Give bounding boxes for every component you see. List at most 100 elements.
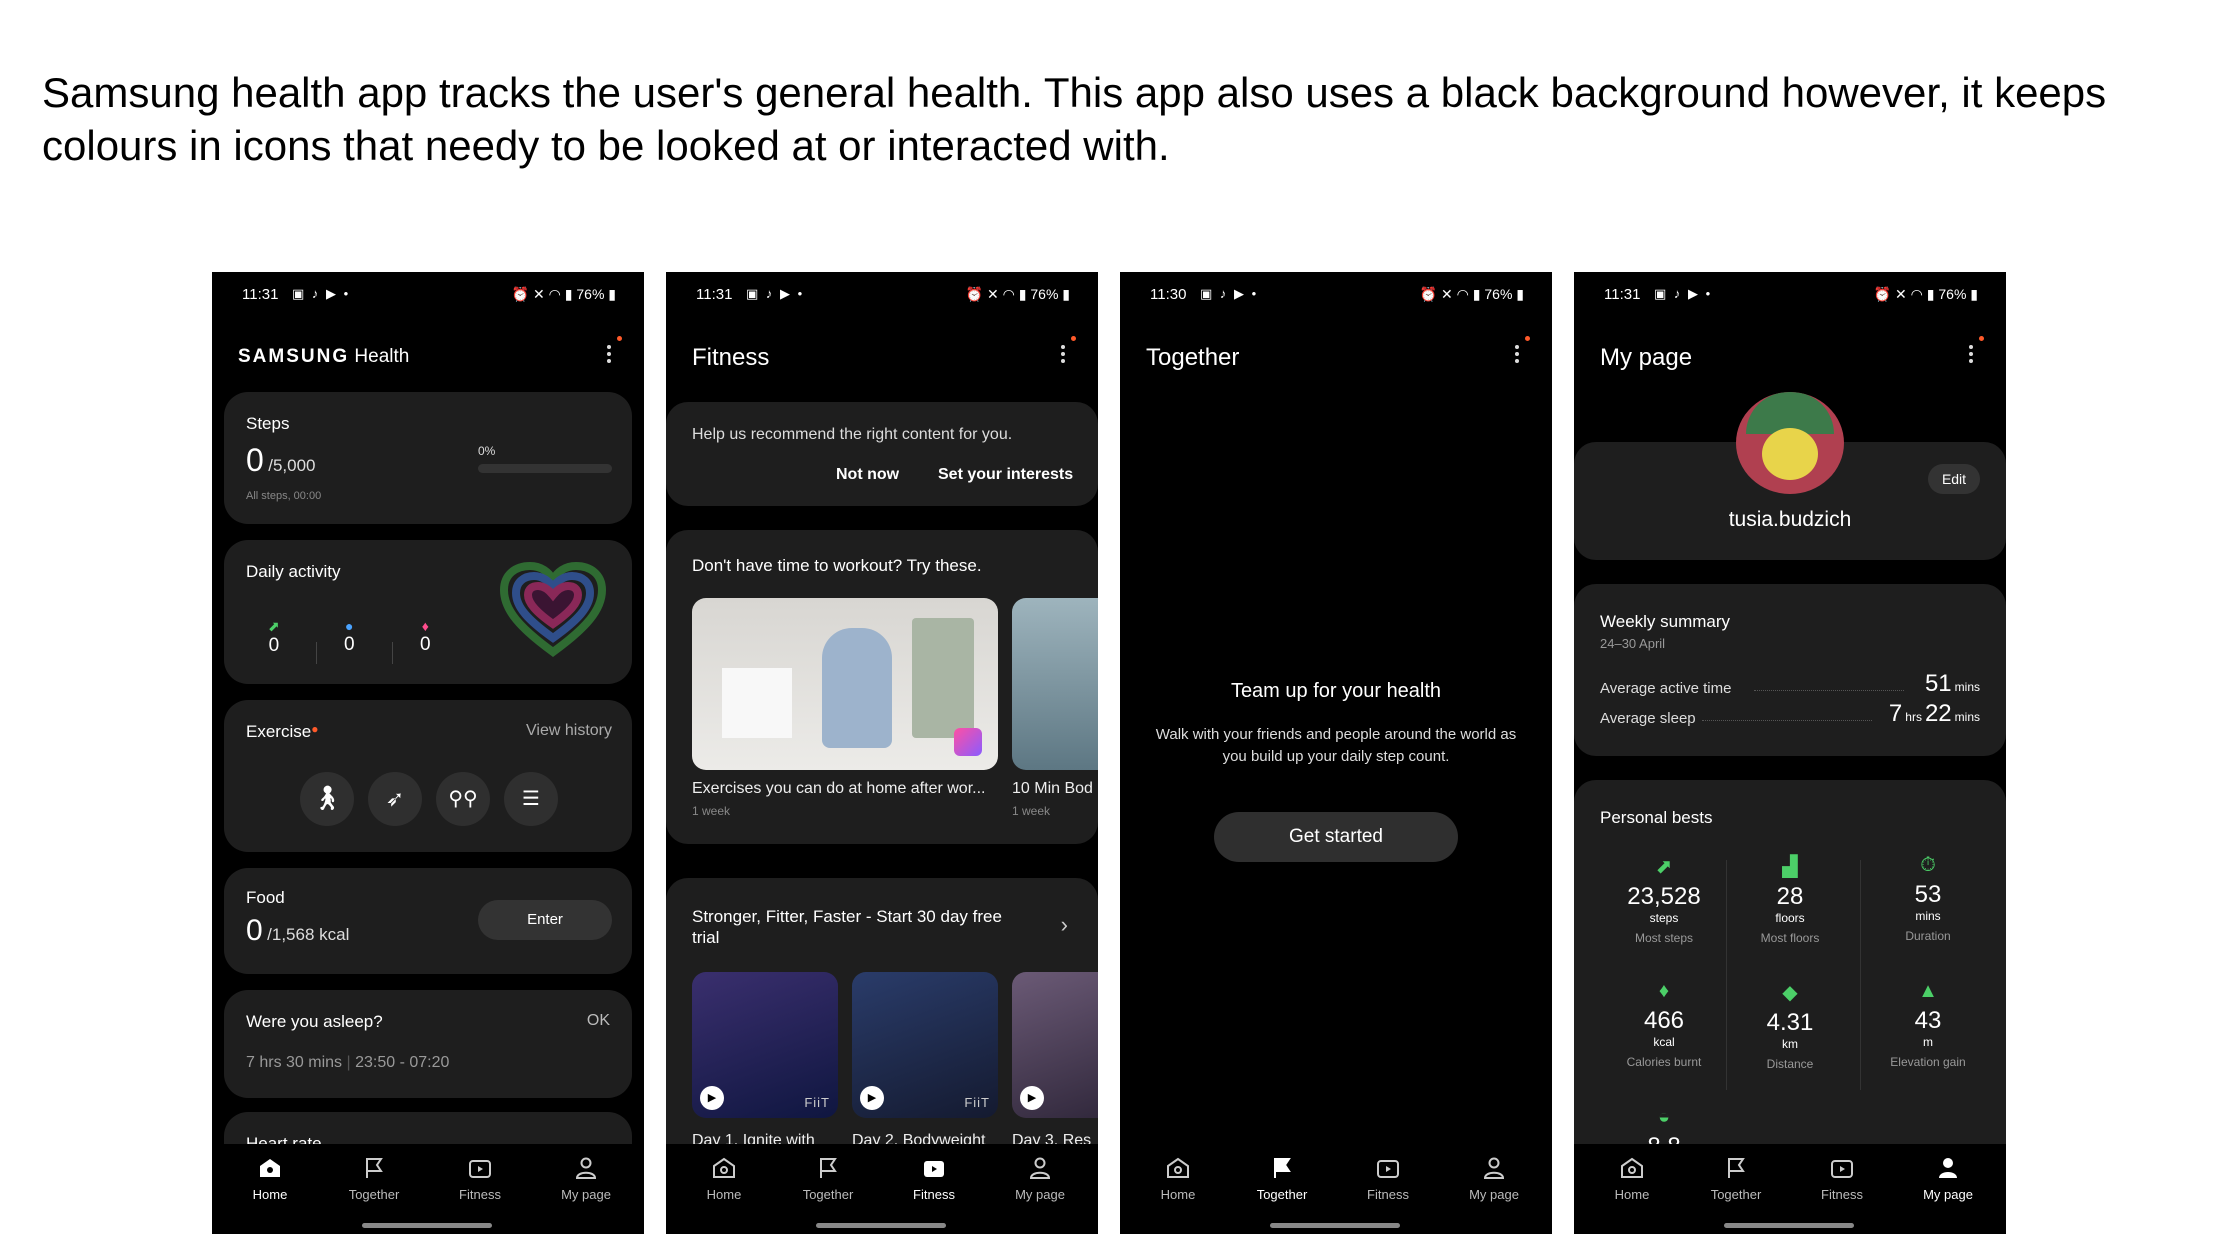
- status-time: 11:30: [1150, 286, 1187, 303]
- more-options-icon[interactable]: [1058, 336, 1076, 368]
- exercise-title: Exercise●: [246, 722, 319, 741]
- steps-percent: 0%: [478, 444, 496, 458]
- more-options-icon[interactable]: [1966, 336, 1984, 368]
- route-icon: ◆: [1782, 982, 1798, 1004]
- nav-together[interactable]: Together: [780, 1156, 876, 1202]
- sleep-card[interactable]: Were you asleep? OK 7 hrs 30 mins | 23:5…: [224, 990, 632, 1098]
- flag-icon: [366, 1158, 383, 1178]
- best-label: Distance: [1766, 1057, 1814, 1071]
- status-bar: 11:31 ▣ ♪ ▶ • ⏰ ✕ ◠ ▮ 76% ▮: [1574, 282, 2006, 310]
- trial-thumbnail-3[interactable]: ▶: [1012, 972, 1098, 1118]
- best-value: 53: [1914, 881, 1942, 908]
- walking-icon[interactable]: 🚶︎: [300, 772, 354, 826]
- nav-mypage[interactable]: My page: [538, 1156, 634, 1202]
- gesture-handle: [816, 1223, 946, 1228]
- flame-icon: ♦: [421, 618, 429, 634]
- avatar[interactable]: [1736, 392, 1844, 494]
- fitness-icon: [1377, 1160, 1399, 1178]
- nav-home[interactable]: Home: [676, 1156, 772, 1202]
- phone-home-screen: 11:31 ▣ ♪ ▶ • ⏰ ✕ ◠ ▮ 76% ▮ SAMSUNG Heal…: [212, 272, 644, 1234]
- app-logo-icon: [954, 728, 982, 756]
- nav-home[interactable]: Home: [1130, 1156, 1226, 1202]
- person-icon: [1029, 1157, 1051, 1179]
- steps-goal: /5,000: [268, 456, 316, 475]
- personal-bests-title: Personal bests: [1600, 808, 1713, 827]
- nav-mypage-label: My page: [1015, 1187, 1065, 1202]
- nav-together-label: Together: [1710, 1187, 1762, 1202]
- nav-fitness[interactable]: Fitness: [1794, 1156, 1890, 1202]
- set-interests-button[interactable]: Set your interests: [938, 466, 1073, 484]
- nav-home-label: Home: [1614, 1187, 1650, 1202]
- best-floors: ▟ 28 floors Most floors: [1726, 854, 1854, 945]
- play-icon: ▶: [860, 1086, 884, 1110]
- cycling-icon[interactable]: ⚲⚲: [436, 772, 490, 826]
- flame-icon: ♦: [1658, 980, 1670, 1002]
- exercise-list-icon[interactable]: ☰: [504, 772, 558, 826]
- bottom-nav: Home Together Fitness My page: [1574, 1144, 2006, 1234]
- app-brand: SAMSUNG Health: [238, 346, 409, 368]
- person-icon: [1483, 1157, 1505, 1179]
- nav-home[interactable]: Home: [222, 1156, 318, 1202]
- workout-thumbnail-1[interactable]: [692, 598, 998, 770]
- view-history-link[interactable]: View history: [526, 722, 612, 740]
- page-title: My page: [1600, 344, 1693, 371]
- food-card[interactable]: Food 0 /1,568 kcal Enter: [224, 868, 632, 974]
- battery-level: 76%: [1030, 286, 1059, 302]
- notification-dot: [1979, 336, 1984, 341]
- get-started-button[interactable]: Get started: [1214, 812, 1458, 862]
- activity-steps-stat: ⬈ 0: [268, 618, 280, 657]
- weekly-summary-card[interactable]: Weekly summary 24–30 April Average activ…: [1574, 584, 2006, 756]
- nav-fitness[interactable]: Fitness: [432, 1156, 528, 1202]
- nav-together[interactable]: Together: [326, 1156, 422, 1202]
- battery-level: 76%: [1938, 286, 1967, 302]
- activity-value-3: 0: [420, 634, 431, 655]
- sleep-separator: |: [346, 1054, 351, 1071]
- nav-mypage[interactable]: My page: [992, 1156, 1088, 1202]
- battery-level: 76%: [576, 286, 605, 302]
- edit-profile-button[interactable]: Edit: [1928, 464, 1980, 494]
- home-icon: [260, 1159, 280, 1177]
- sleep-duration: 7 hrs 30 mins: [246, 1054, 343, 1071]
- nav-fitness[interactable]: Fitness: [886, 1156, 982, 1202]
- gesture-handle: [1724, 1223, 1854, 1228]
- best-label: Calories burnt: [1626, 1055, 1702, 1069]
- speedometer-icon: ◒: [1657, 1106, 1671, 1128]
- phone-mypage-screen: 11:31 ▣ ♪ ▶ • ⏰ ✕ ◠ ▮ 76% ▮ My page tusi…: [1574, 272, 2006, 1234]
- nav-together[interactable]: Together: [1234, 1156, 1330, 1202]
- gesture-handle: [1270, 1223, 1400, 1228]
- best-steps: ⬈ 23,528 steps Most steps: [1600, 854, 1728, 945]
- not-now-button[interactable]: Not now: [836, 466, 899, 484]
- daily-activity-card[interactable]: Daily activity ⬈ 0 ● 0 ♦ 0: [224, 540, 632, 684]
- running-icon[interactable]: ➶: [368, 772, 422, 826]
- workout-thumbnail-2[interactable]: [1012, 598, 1098, 770]
- page-title: Together: [1146, 344, 1240, 371]
- nav-home[interactable]: Home: [1584, 1156, 1680, 1202]
- sleep-ok-button[interactable]: OK: [587, 1012, 610, 1030]
- more-options-icon[interactable]: [604, 336, 622, 368]
- notification-dot: [1525, 336, 1530, 341]
- exercise-card[interactable]: Exercise● View history 🚶︎ ➶ ⚲⚲ ☰: [224, 700, 632, 852]
- best-label: Most steps: [1634, 931, 1694, 945]
- chevron-right-icon[interactable]: ›: [1061, 912, 1068, 938]
- status-time: 11:31: [696, 286, 733, 303]
- sleep-value: 7 hrs 22 mins: [1888, 700, 1980, 727]
- food-enter-button[interactable]: Enter: [478, 900, 612, 940]
- personal-bests-card[interactable]: Personal bests ⬈ 23,528 steps Most steps…: [1574, 780, 2006, 1200]
- trial-thumbnail-2[interactable]: ▶ FiiT: [852, 972, 998, 1118]
- brand-health: Health: [354, 346, 410, 367]
- status-bar: 11:31 ▣ ♪ ▶ • ⏰ ✕ ◠ ▮ 76% ▮: [212, 282, 644, 310]
- flag-icon: [1274, 1158, 1291, 1178]
- trial-thumbnail-1[interactable]: ▶ FiiT: [692, 972, 838, 1118]
- nav-mypage[interactable]: My page: [1900, 1156, 1996, 1202]
- status-right: ⏰ ✕ ◠ ▮ 76% ▮: [1873, 286, 1978, 302]
- steps-value-row: 0 /5,000: [246, 442, 316, 479]
- nav-together[interactable]: Together: [1688, 1156, 1784, 1202]
- nav-mypage[interactable]: My page: [1446, 1156, 1542, 1202]
- more-options-icon[interactable]: [1512, 336, 1530, 368]
- mountain-icon: ▲: [1918, 980, 1938, 1002]
- steps-card[interactable]: Steps 0 /5,000 All steps, 00:00 0%: [224, 392, 632, 524]
- notification-icons: ▣ ♪ ▶ •: [1200, 286, 1259, 301]
- best-value: 43: [1914, 1007, 1942, 1034]
- stairs-icon: ▟: [1782, 856, 1798, 878]
- nav-fitness[interactable]: Fitness: [1340, 1156, 1436, 1202]
